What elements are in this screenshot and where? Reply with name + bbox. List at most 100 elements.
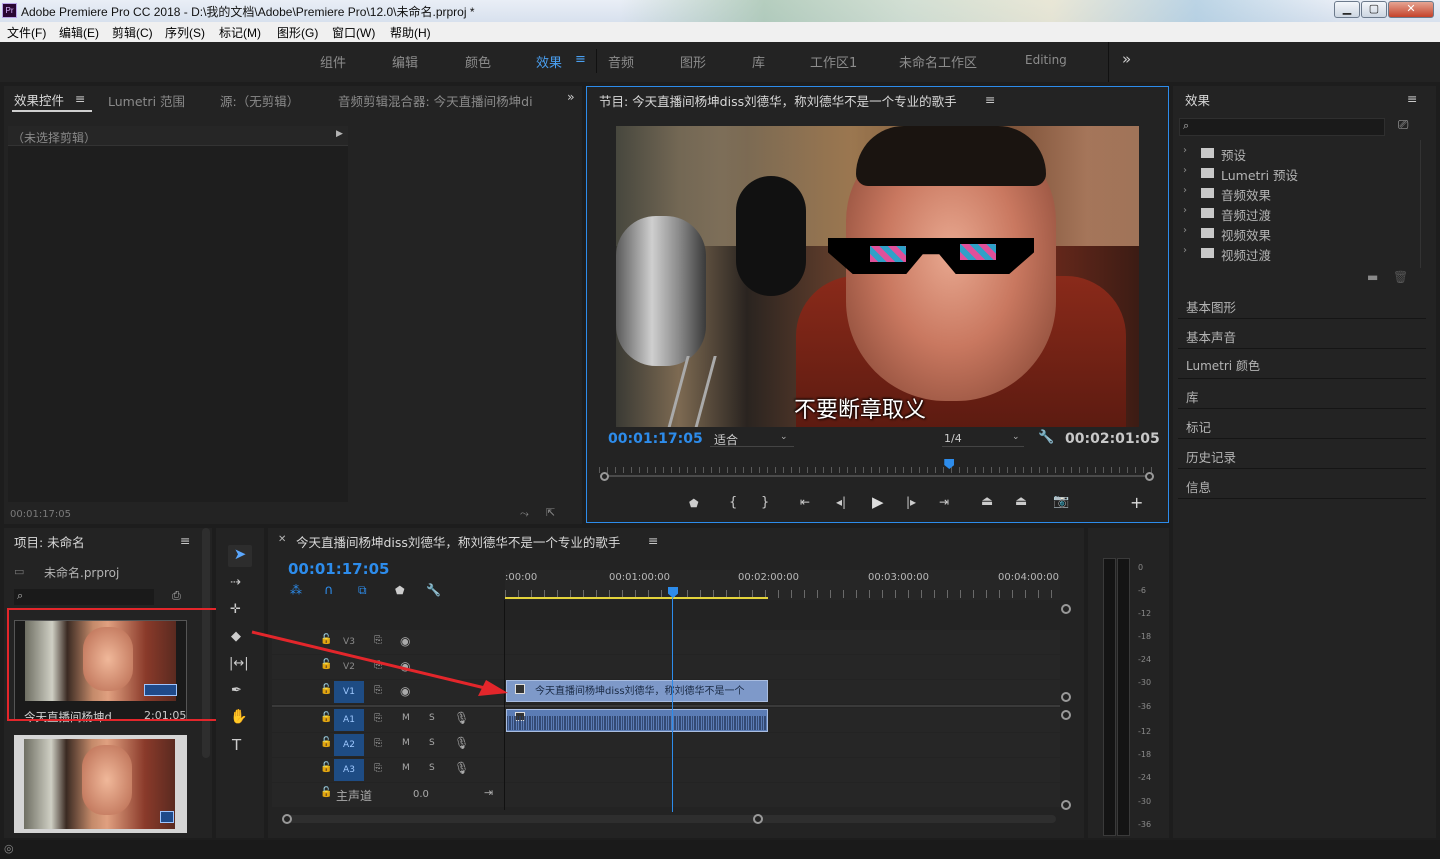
lock-icon[interactable]: 🔓 <box>320 787 332 798</box>
play-icon[interactable]: ▶ <box>872 493 884 511</box>
button-editor-plus-icon[interactable]: + <box>1130 493 1143 512</box>
track-label-a2[interactable]: A2 <box>334 734 364 756</box>
solo-button[interactable]: S <box>429 763 435 773</box>
slip-tool-icon[interactable]: |↔| <box>229 656 249 671</box>
minimize-button[interactable]: ▁ <box>1334 1 1360 18</box>
workspace-overflow-icon[interactable]: » <box>1122 50 1131 68</box>
go-to-out-icon[interactable]: ⇥ <box>939 495 949 509</box>
extract-icon[interactable]: ⏏ <box>1015 494 1027 509</box>
tab-effect-controls[interactable]: 效果控件 <box>14 90 64 109</box>
workspace-color[interactable]: 颜色 <box>465 52 491 71</box>
video-zoom-bottom-handle[interactable] <box>1061 692 1071 702</box>
workspace-menu-icon[interactable]: ≡ <box>575 52 586 67</box>
camera-icon[interactable]: 📷 <box>1053 494 1069 509</box>
timeline-settings-wrench-icon[interactable]: 🔧 <box>426 583 441 597</box>
trash-icon[interactable]: 🗑 <box>1393 270 1408 284</box>
effects-search-input[interactable]: ⌕ <box>1179 118 1385 136</box>
project-menu-icon[interactable]: ≡ <box>180 533 190 548</box>
selection-tool-icon[interactable]: ➤ <box>228 545 252 567</box>
project-search-input[interactable]: ⌕ <box>14 589 154 605</box>
settings-wrench-icon[interactable]: 🔧 <box>1038 430 1054 445</box>
menu-clip[interactable]: 剪辑(C) <box>112 24 153 41</box>
lock-icon[interactable]: 🔓 <box>320 712 332 723</box>
effects-folder-video-effects[interactable]: › 视频效果 <box>1181 223 1421 243</box>
effects-menu-icon[interactable]: ≡ <box>1407 91 1417 106</box>
microphone-icon[interactable]: 🎙 <box>454 761 469 775</box>
panel-essential-graphics[interactable]: 基本图形 <box>1178 291 1426 319</box>
program-menu-icon[interactable]: ≡ <box>985 92 995 107</box>
sync-lock-icon[interactable]: ⎘ <box>374 713 382 724</box>
timeline-timecode[interactable]: 00:01:17:05 <box>288 560 390 578</box>
panel-essential-sound[interactable]: 基本声音 <box>1178 321 1426 349</box>
panel-libraries[interactable]: 库 <box>1178 381 1426 409</box>
maximize-button[interactable]: ▢ <box>1361 1 1387 18</box>
mute-button[interactable]: M <box>402 738 410 748</box>
export-frame-icon[interactable]: ⇱ <box>546 506 555 519</box>
lock-icon[interactable]: 🔓 <box>320 737 332 748</box>
effects-folder-audio-transitions[interactable]: › 音频过渡 <box>1181 203 1421 223</box>
zoom-bar[interactable] <box>601 475 1153 477</box>
panel-markers[interactable]: 标记 <box>1178 411 1426 439</box>
add-marker-icon[interactable]: ⬟ <box>395 584 405 597</box>
go-to-in-icon[interactable]: ⇤ <box>800 495 810 509</box>
type-tool-icon[interactable]: T <box>232 736 241 754</box>
zoom-handle-left[interactable] <box>600 472 609 481</box>
audio-clip-a1[interactable] <box>506 709 768 732</box>
new-bin-icon[interactable]: ▬ <box>1367 270 1378 284</box>
tab-audio-clip-mixer[interactable]: 音频剪辑混合器: 今天直播间杨坤di <box>338 91 546 110</box>
tab-effect-controls-menu-icon[interactable]: ≡ <box>75 91 85 106</box>
video-clip-v1[interactable]: 今天直播间杨坤diss刘德华，称刘德华不是一个 <box>506 680 768 702</box>
workspace-editing[interactable]: Editing <box>1025 53 1067 67</box>
workspace-custom1[interactable]: 工作区1 <box>810 52 857 71</box>
hand-tool-icon[interactable]: ✋ <box>230 709 247 725</box>
go-to-end-icon[interactable]: ⇥ <box>484 786 493 799</box>
solo-button[interactable]: S <box>429 738 435 748</box>
workspace-audio[interactable]: 音频 <box>608 52 634 71</box>
program-timecode[interactable]: 00:01:17:05 <box>608 431 703 447</box>
step-forward-icon[interactable]: |▸ <box>906 495 916 509</box>
workspace-editing-cn[interactable]: 编辑 <box>392 52 418 71</box>
microphone-icon[interactable]: 🎙 <box>454 736 469 750</box>
razor-tool-icon[interactable]: ◆ <box>231 629 241 644</box>
tab-source[interactable]: 源:（无剪辑） <box>220 91 299 110</box>
menu-marker[interactable]: 标记(M) <box>219 24 261 41</box>
master-volume-value[interactable]: 0.0 <box>413 789 429 800</box>
nest-toggle-icon[interactable]: ⁂ <box>290 583 302 597</box>
step-back-icon[interactable]: ◂| <box>836 495 846 509</box>
menu-window[interactable]: 窗口(W) <box>332 24 375 41</box>
workspace-assembly[interactable]: 组件 <box>320 52 346 71</box>
workspace-effects[interactable]: 效果 <box>536 52 562 71</box>
add-marker-icon[interactable]: ⬟ <box>689 497 699 510</box>
workspace-untitled[interactable]: 未命名工作区 <box>899 52 977 71</box>
track-label-a1[interactable]: A1 <box>334 709 364 731</box>
effects-folder-video-transitions[interactable]: › 视频过渡 <box>1181 243 1421 263</box>
close-button[interactable]: ✕ <box>1388 1 1434 18</box>
sync-lock-icon[interactable]: ⎘ <box>374 738 382 749</box>
effects-folder-audio-effects[interactable]: › 音频效果 <box>1181 183 1421 203</box>
time-ruler[interactable]: :00:00 00:01:00:00 00:02:00:00 00:03:00:… <box>505 570 1060 600</box>
program-ruler[interactable] <box>599 461 1155 473</box>
track-label-a3[interactable]: A3 <box>334 759 364 781</box>
status-indicator-icon[interactable]: ◎ <box>4 842 14 855</box>
pen-tool-icon[interactable]: ✒ <box>231 683 242 698</box>
track-select-tool-icon[interactable]: ⇢ <box>230 575 241 590</box>
zoom-handle-right[interactable] <box>1145 472 1154 481</box>
mark-in-icon[interactable]: { <box>729 495 737 510</box>
scroll-handle-right[interactable] <box>753 814 763 824</box>
workspace-graphics[interactable]: 图形 <box>680 52 706 71</box>
snap-icon[interactable]: ∩ <box>324 583 334 598</box>
workspace-libraries[interactable]: 库 <box>752 52 765 71</box>
filter-icon[interactable]: ⤳ <box>520 507 529 521</box>
panel-overflow-icon[interactable]: » <box>567 89 575 104</box>
lock-icon[interactable]: 🔓 <box>320 762 332 773</box>
sequence-menu-icon[interactable]: ≡ <box>648 533 658 548</box>
linked-selection-icon[interactable]: ⧉ <box>358 583 367 598</box>
new-custom-bin-icon[interactable]: ⎚ <box>1398 118 1408 133</box>
fit-select[interactable]: 适合 ⌄ <box>710 431 794 447</box>
microphone-icon[interactable]: 🎙 <box>454 711 469 725</box>
expand-triangle-icon[interactable]: ▶ <box>336 129 343 139</box>
resolution-select[interactable]: 1/4 ⌄ <box>942 431 1024 447</box>
menu-help[interactable]: 帮助(H) <box>390 24 431 41</box>
ripple-edit-tool-icon[interactable]: ✛ <box>230 602 241 617</box>
panel-info[interactable]: 信息 <box>1178 471 1426 499</box>
